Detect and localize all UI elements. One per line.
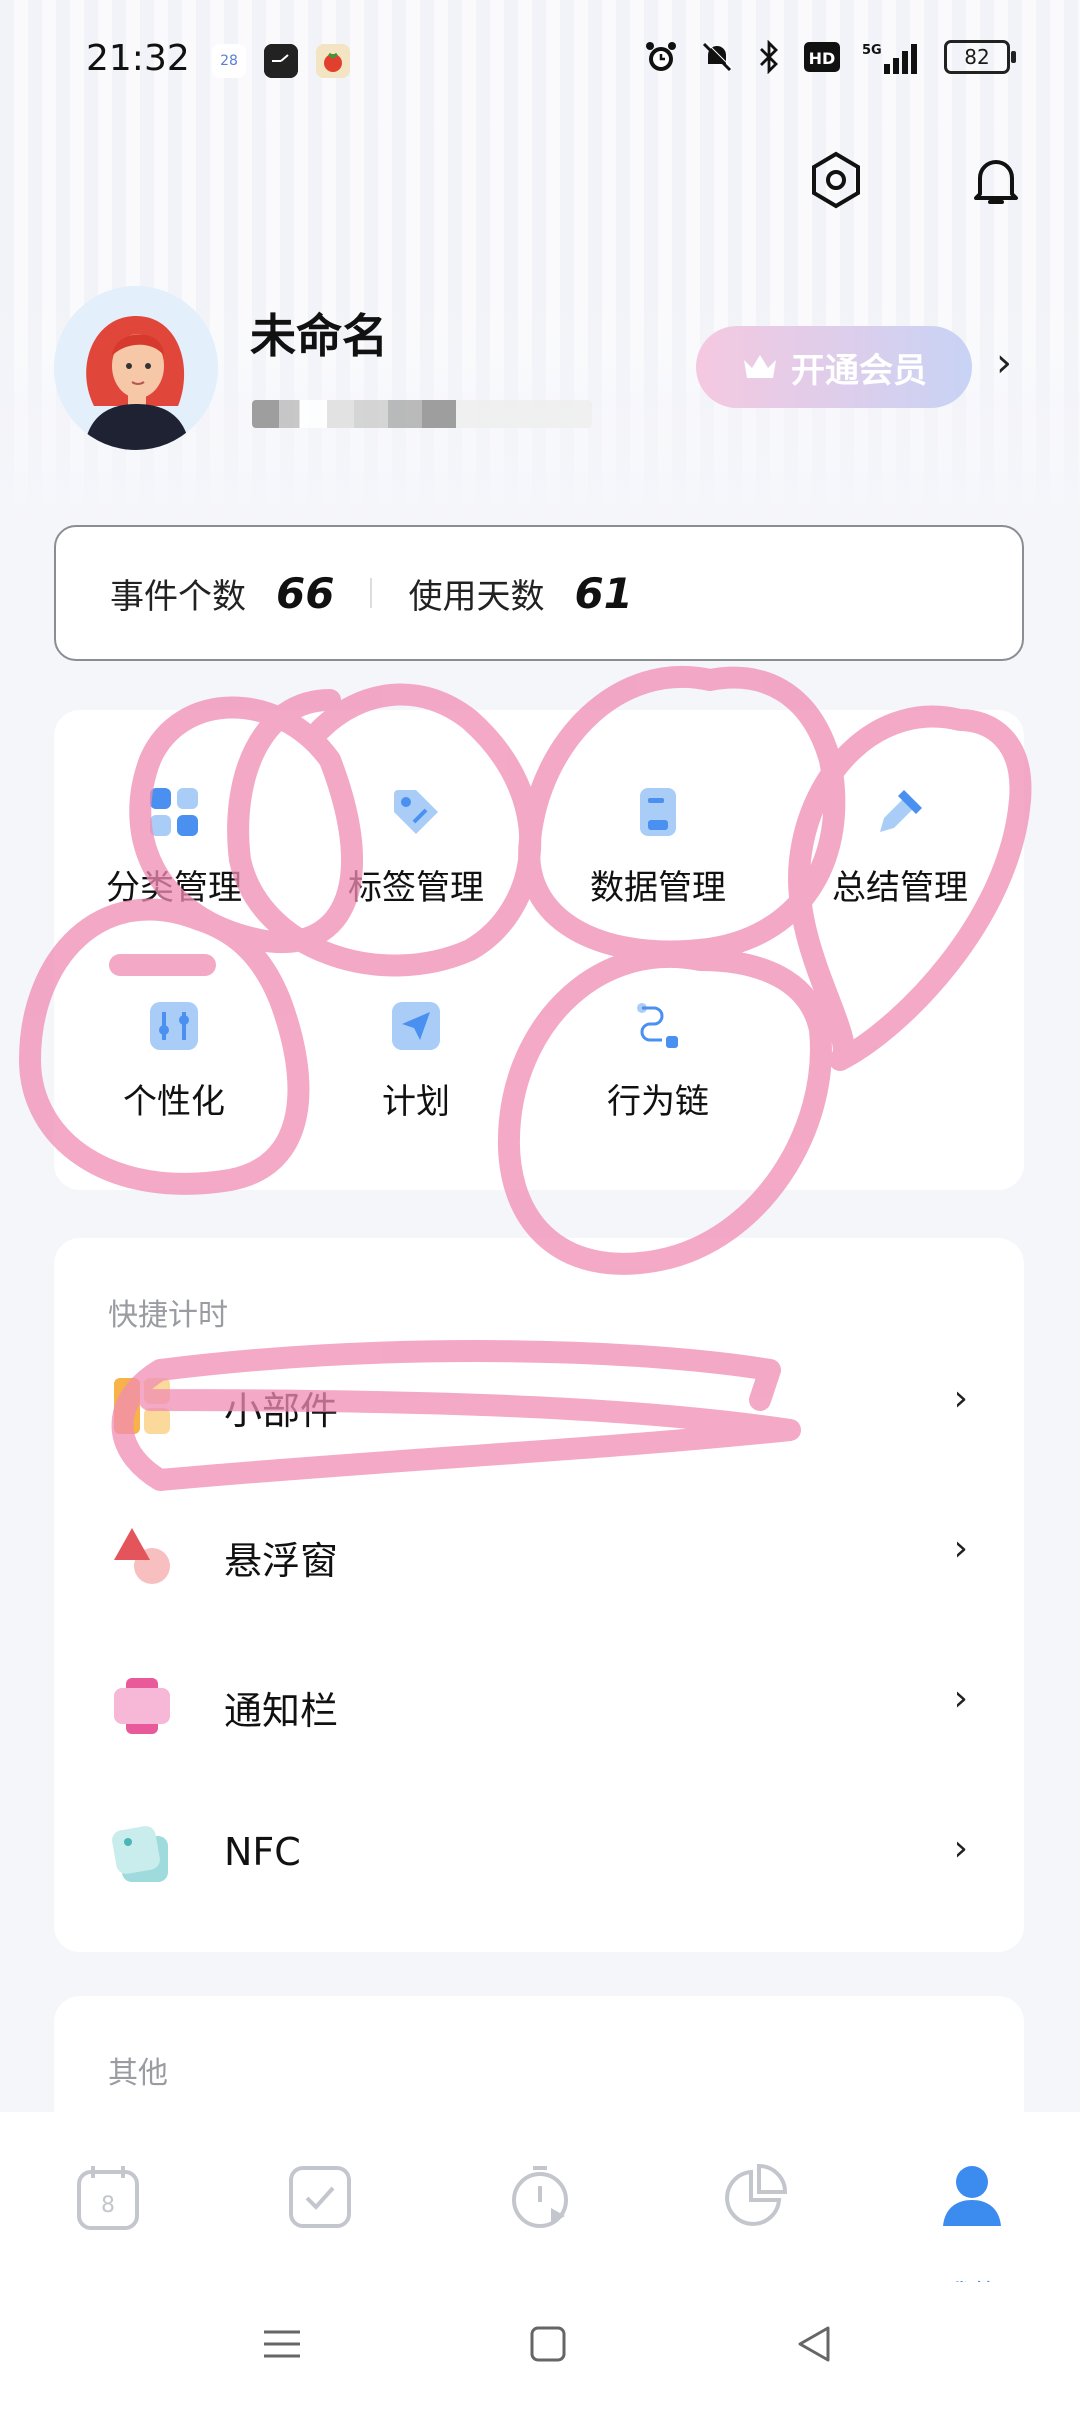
status-time: 21:32 <box>86 38 190 79</box>
tab-timer[interactable] <box>490 2162 590 2262</box>
widget-icon <box>114 1378 170 1434</box>
svg-text:5G: 5G <box>862 43 882 58</box>
timer-icon <box>512 2166 568 2228</box>
alarm-icon <box>646 42 676 71</box>
grid-item-tag[interactable]: 标签管理 <box>296 786 536 909</box>
chevron-right-icon: › <box>953 1378 968 1419</box>
list-item-nfc[interactable]: NFC › <box>54 1780 1024 1930</box>
signal-5g-icon: 5G <box>862 43 917 74</box>
events-value: 66 <box>276 568 335 618</box>
svg-text:8: 8 <box>101 2193 115 2218</box>
clock-app-icon <box>264 44 298 78</box>
tab-mine[interactable]: 我的 <box>922 2162 1022 2310</box>
hd-icon: HD <box>804 42 840 72</box>
chevron-right-icon[interactable]: › <box>996 340 1012 386</box>
status-icons: HD 5G 82 <box>644 40 1016 74</box>
calendar-icon: 8 <box>77 2166 139 2230</box>
summary-icon <box>880 790 922 832</box>
mute-icon <box>702 41 733 72</box>
crown-icon <box>744 355 776 378</box>
list-item-floating-window[interactable]: 悬浮窗 › <box>54 1480 1024 1630</box>
vip-button[interactable]: 开通会员 <box>696 326 972 408</box>
system-nav-bar <box>0 2282 1080 2412</box>
chevron-right-icon: › <box>953 1528 968 1569</box>
bluetooth-icon <box>760 40 778 74</box>
settings-hexagon-icon[interactable] <box>806 150 866 210</box>
quick-timer-title: 快捷计时 <box>108 1298 228 1333</box>
svg-text:HD: HD <box>809 49 836 68</box>
back-icon[interactable] <box>794 2324 834 2364</box>
grid-item-personalize[interactable]: 个性化 <box>54 1000 294 1123</box>
avatar[interactable] <box>54 286 218 450</box>
nfc-icon <box>112 1826 168 1882</box>
days-value: 61 <box>574 568 633 618</box>
tab-todo[interactable] <box>270 2162 370 2262</box>
plan-icon <box>392 1002 440 1050</box>
data-icon <box>640 788 676 836</box>
days-label: 使用天数 <box>408 576 545 617</box>
grid-item-data[interactable]: 数据管理 <box>538 786 778 909</box>
tomato-app-icon <box>316 44 350 78</box>
bottom-nav: 8 我的 <box>0 2112 1080 2310</box>
floating-window-icon <box>114 1528 170 1584</box>
home-icon[interactable] <box>528 2324 568 2364</box>
events-label: 事件个数 <box>110 576 246 617</box>
tab-calendar[interactable]: 8 <box>58 2162 158 2262</box>
list-item-widget[interactable]: 小部件 › <box>54 1330 1024 1480</box>
feature-grid-card: 分类管理 标签管理 数据管理 总结管理 个性化 计划 行为链 <box>54 710 1024 1190</box>
checkbox-icon <box>289 2166 351 2228</box>
bell-icon[interactable] <box>966 150 1026 210</box>
grid-item-plan[interactable]: 计划 <box>296 1000 536 1123</box>
status-bar: 21:32 28 HD 5G 82 <box>0 0 1080 120</box>
grid-item-summary[interactable]: 总结管理 <box>780 786 1020 909</box>
username[interactable]: 未命名 <box>250 300 388 366</box>
pie-chart-icon <box>725 2163 788 2226</box>
list-item-notification-bar[interactable]: 通知栏 › <box>54 1630 1024 1780</box>
stats-card: 事件个数 66 使用天数 61 <box>54 525 1024 661</box>
tab-statistics[interactable] <box>704 2162 804 2262</box>
battery-indicator: 82 <box>944 40 1016 74</box>
stats-divider <box>370 578 373 608</box>
chevron-right-icon: › <box>953 1678 968 1719</box>
user-icon <box>943 2166 1001 2226</box>
tag-icon <box>394 790 438 834</box>
menu-icon[interactable] <box>262 2324 302 2364</box>
behavior-chain-icon <box>637 1003 678 1048</box>
chevron-right-icon: › <box>953 1828 968 1869</box>
grid-item-behavior-chain[interactable]: 行为链 <box>538 1000 778 1123</box>
category-icon <box>150 788 198 836</box>
vip-label: 开通会员 <box>791 350 927 391</box>
calendar-app-icon: 28 <box>212 44 246 78</box>
personalize-icon <box>150 1002 198 1050</box>
notification-bar-icon <box>114 1678 170 1734</box>
user-id-blurred <box>252 400 592 428</box>
other-title: 其他 <box>108 2056 168 2091</box>
grid-item-category[interactable]: 分类管理 <box>54 786 294 909</box>
